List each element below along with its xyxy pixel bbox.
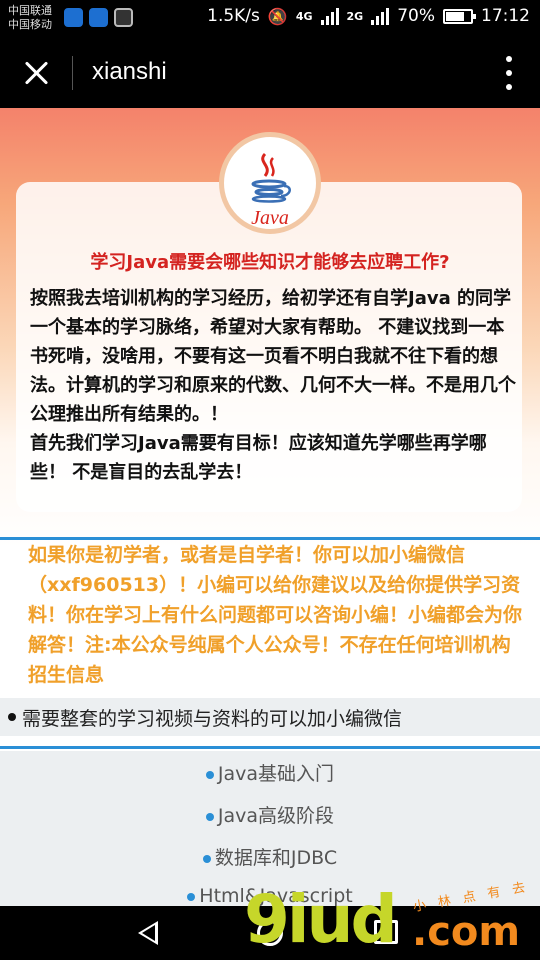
- title-divider: [72, 56, 73, 90]
- location-app-icon: [89, 8, 108, 27]
- carrier-2: 中国移动: [8, 18, 52, 31]
- clock: 17:12: [481, 6, 530, 26]
- bullet-icon: [8, 713, 16, 721]
- signal-icon-2: [371, 7, 390, 25]
- signal-icon: [320, 7, 339, 25]
- back-icon[interactable]: [138, 921, 158, 945]
- status-right: 1.5K/s 🔕 4G 2G 70% 17:12: [207, 6, 530, 26]
- java-logo: Java: [219, 132, 321, 234]
- gallery-app-icon: [114, 8, 133, 27]
- promo-text: 需要整套的学习视频与资料的可以加小编微信: [22, 707, 403, 730]
- promo-row: 需要整套的学习视频与资料的可以加小编微信: [0, 698, 540, 736]
- battery-icon: [443, 8, 476, 24]
- carrier-1: 中国联通: [8, 4, 52, 17]
- title-bar: xianshi: [0, 38, 540, 108]
- network-4g-label: 4G: [295, 9, 313, 23]
- bullet-icon: [202, 854, 211, 863]
- wechat-notice: 如果你是初学者，或者是自学者！你可以加小编微信（xxf960513）！小编可以给…: [28, 544, 523, 686]
- bullet-icon: [187, 892, 196, 901]
- menu-item-database-jdbc[interactable]: 数据库和JDBC: [0, 843, 540, 870]
- article-headline: 学习Java需要会哪些知识才能够去应聘工作?: [90, 252, 450, 273]
- bullet-icon: [205, 770, 214, 779]
- carrier-info: 中国联通 中国移动: [8, 4, 52, 32]
- page-title: xianshi: [92, 58, 167, 85]
- site-watermark: 9iud 小 林 点 有 去 .com: [244, 880, 540, 960]
- cloud-app-icon: [64, 8, 83, 27]
- status-bar: 中国联通 中国移动 1.5K/s 🔕 4G 2G 70% 17:12: [0, 0, 540, 38]
- more-options-icon[interactable]: [504, 56, 514, 90]
- network-2g-label: 2G: [346, 9, 364, 23]
- watermark-logo: 9iud: [244, 881, 398, 958]
- close-icon[interactable]: [20, 56, 54, 90]
- logo-text: Java: [251, 207, 289, 229]
- mute-icon: 🔕: [267, 6, 288, 26]
- menu-item-java-basics[interactable]: Java基础入门: [0, 759, 540, 786]
- intro-paragraph-2: 首先我们学习Java需要有目标！应该知道先学哪些再学哪些！ 不是盲目的去乱学去！: [30, 433, 487, 483]
- article-intro: 按照我去培训机构的学习经历，给初学还有自学Java 的同学一个基本的学习脉络，希…: [30, 284, 516, 487]
- watermark-dotcom: .com: [412, 909, 521, 955]
- article-content[interactable]: Java 学习Java需要会哪些知识才能够去应聘工作? 按照我去培训机构的学习经…: [0, 108, 540, 906]
- network-speed: 1.5K/s: [207, 6, 260, 26]
- notification-icons: [64, 8, 133, 27]
- divider-line-2: [0, 746, 540, 749]
- intro-paragraph-1: 按照我去培训机构的学习经历，给初学还有自学Java 的同学一个基本的学习脉络，希…: [30, 288, 516, 425]
- battery-percent: 70%: [397, 6, 435, 26]
- menu-item-java-advanced[interactable]: Java高级阶段: [0, 801, 540, 828]
- bullet-icon: [205, 812, 214, 821]
